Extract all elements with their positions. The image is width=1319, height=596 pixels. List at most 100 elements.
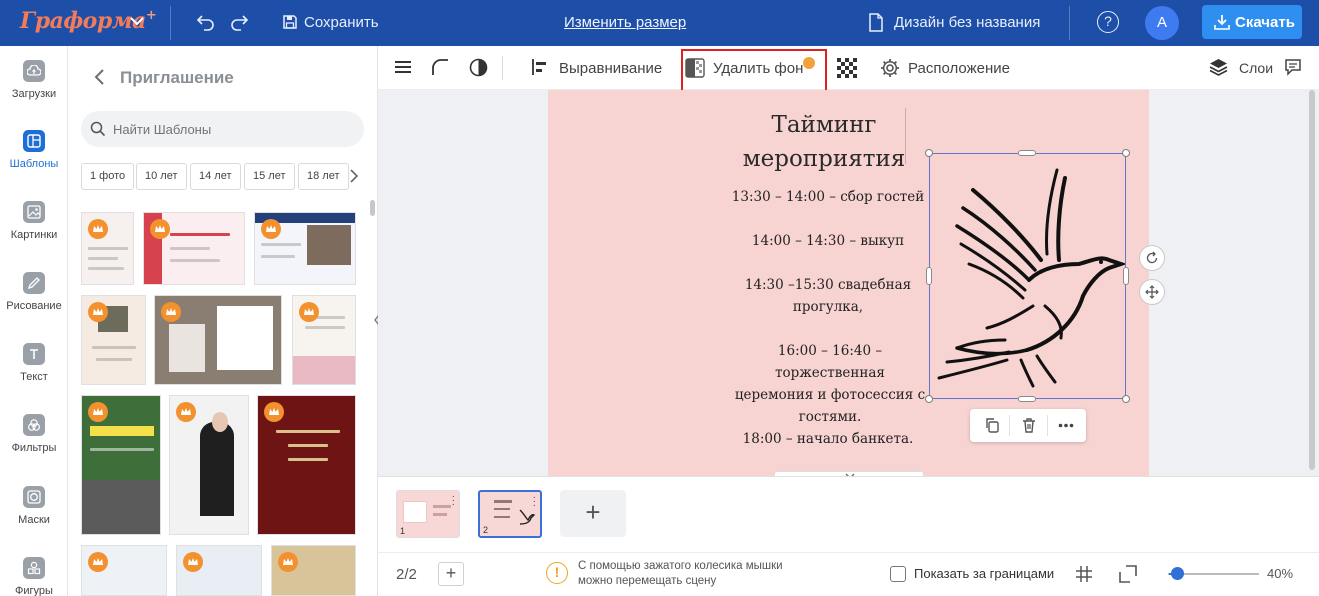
template-thumb[interactable] bbox=[169, 395, 249, 535]
divider-line bbox=[905, 108, 906, 164]
redo-icon[interactable] bbox=[229, 12, 249, 32]
rail-item-drawing[interactable]: Рисование bbox=[0, 272, 68, 312]
avatar[interactable]: A bbox=[1145, 6, 1179, 40]
template-thumb[interactable] bbox=[81, 545, 167, 596]
template-thumb[interactable] bbox=[292, 295, 356, 385]
rotate-button[interactable] bbox=[1139, 245, 1165, 271]
download-button[interactable]: Скачать bbox=[1202, 5, 1302, 39]
rail-item-shapes[interactable]: Фигуры bbox=[0, 557, 68, 596]
selection-box[interactable] bbox=[929, 153, 1126, 399]
left-rail: Загрузки Шаблоны Картинки Рисование Текс… bbox=[0, 46, 68, 596]
add-page-small-button[interactable]: + bbox=[438, 562, 464, 586]
template-thumb[interactable] bbox=[257, 395, 356, 535]
page-thumb-1[interactable]: · · · 1 bbox=[396, 490, 460, 538]
rail-item-uploads[interactable]: Загрузки bbox=[0, 60, 68, 100]
help-icon[interactable]: ? bbox=[1097, 11, 1119, 33]
more-options-icon[interactable]: · · · bbox=[533, 493, 536, 511]
resize-handle[interactable] bbox=[1018, 150, 1036, 156]
chip-18-years[interactable]: 18 лет bbox=[298, 163, 349, 190]
rail-label: Картинки bbox=[10, 229, 58, 241]
canvas-scrollbar[interactable] bbox=[1309, 90, 1315, 470]
back-arrow-icon[interactable] bbox=[92, 68, 106, 86]
search-input[interactable] bbox=[113, 119, 353, 139]
align-button[interactable]: Выравнивание bbox=[559, 60, 662, 77]
opacity-icon[interactable] bbox=[469, 58, 488, 77]
zoom-slider-knob[interactable] bbox=[1171, 567, 1185, 580]
chevron-down-icon[interactable] bbox=[128, 12, 146, 30]
gear-icon[interactable] bbox=[880, 58, 900, 78]
comment-icon[interactable] bbox=[1284, 58, 1302, 76]
page-title[interactable]: Тайминг мероприятия bbox=[726, 108, 922, 176]
resize-handle[interactable] bbox=[925, 395, 933, 403]
warning-icon: ! bbox=[546, 562, 568, 584]
zoom-level: 40% bbox=[1267, 566, 1294, 581]
divider bbox=[502, 56, 503, 80]
show-outside-checkbox[interactable] bbox=[890, 566, 906, 582]
corner-radius-icon[interactable] bbox=[431, 58, 449, 76]
schedule-item[interactable]: 14:30 –15:30 свадебная прогулка, bbox=[738, 274, 918, 318]
template-thumb[interactable] bbox=[254, 212, 356, 285]
copy-icon[interactable] bbox=[984, 417, 1000, 433]
move-button[interactable] bbox=[1139, 279, 1165, 305]
layers-icon[interactable] bbox=[1209, 58, 1228, 76]
resize-handle[interactable] bbox=[925, 149, 933, 157]
resize-link[interactable]: Изменить размер bbox=[564, 14, 686, 31]
crown-icon bbox=[88, 552, 108, 572]
template-thumb[interactable] bbox=[81, 395, 161, 535]
align-icon[interactable] bbox=[531, 58, 549, 76]
template-thumb[interactable] bbox=[81, 295, 146, 385]
template-thumb[interactable] bbox=[176, 545, 262, 596]
crown-icon bbox=[299, 302, 319, 322]
status-bar: 2/2 + ! С помощью зажатого колесика мышк… bbox=[378, 552, 1319, 596]
grid-icon[interactable] bbox=[1075, 565, 1093, 583]
position-button[interactable]: Расположение bbox=[908, 60, 1010, 77]
cloud-upload-icon bbox=[23, 60, 45, 82]
rail-item-masks[interactable]: Маски bbox=[0, 486, 68, 526]
transparency-icon[interactable] bbox=[837, 58, 859, 80]
schedule-item[interactable]: 18:00 – начало банкета. bbox=[728, 428, 928, 450]
resize-handle[interactable] bbox=[1123, 267, 1129, 285]
more-options-icon[interactable]: · · · bbox=[452, 492, 455, 510]
resize-handle[interactable] bbox=[926, 267, 932, 285]
more-options-icon[interactable] bbox=[1058, 423, 1074, 428]
trash-icon[interactable] bbox=[1021, 417, 1037, 433]
canvas-area[interactable]: Тайминг мероприятия 13:30 – 14:00 – сбор… bbox=[378, 90, 1319, 476]
show-outside-label[interactable]: Показать за границами bbox=[914, 566, 1054, 581]
schedule-item[interactable]: 13:30 – 14:00 – сбор гостей bbox=[728, 186, 928, 208]
rail-item-images[interactable]: Картинки bbox=[0, 201, 68, 241]
schedule-item[interactable]: 14:00 – 14:30 – выкуп bbox=[728, 230, 928, 252]
layers-button[interactable]: Слои bbox=[1239, 60, 1273, 76]
page-thumb-2[interactable]: · · · 2 bbox=[478, 490, 542, 538]
crown-icon bbox=[278, 552, 298, 572]
fit-screen-icon[interactable] bbox=[1119, 565, 1137, 583]
menu-icon[interactable] bbox=[394, 58, 412, 76]
rail-item-text[interactable]: Текст bbox=[0, 343, 68, 383]
schedule-item[interactable]: 16:00 – 16:40 – торжественная церемония … bbox=[734, 340, 926, 428]
design-page[interactable]: Тайминг мероприятия 13:30 – 14:00 – сбор… bbox=[548, 90, 1165, 476]
image-icon bbox=[23, 201, 45, 223]
divider bbox=[1009, 415, 1010, 436]
add-page-button[interactable]: + bbox=[560, 490, 626, 537]
template-thumb[interactable] bbox=[154, 295, 282, 385]
save-button[interactable]: Сохранить bbox=[304, 14, 379, 31]
resize-handle[interactable] bbox=[1122, 149, 1130, 157]
pencil-icon bbox=[23, 272, 45, 294]
floppy-disk-icon[interactable] bbox=[282, 14, 298, 30]
panel-scrollbar[interactable] bbox=[370, 200, 375, 216]
rail-item-templates[interactable]: Шаблоны bbox=[0, 130, 68, 170]
resize-handle[interactable] bbox=[1018, 396, 1036, 402]
undo-icon[interactable] bbox=[196, 12, 216, 32]
rail-item-filters[interactable]: Фильтры bbox=[0, 414, 68, 454]
template-thumb[interactable] bbox=[81, 212, 134, 285]
chevron-right-icon[interactable] bbox=[349, 168, 359, 184]
template-thumb[interactable] bbox=[143, 212, 245, 285]
chip-15-years[interactable]: 15 лет bbox=[244, 163, 295, 190]
resize-handle[interactable] bbox=[1122, 395, 1130, 403]
chip-1-photo[interactable]: 1 фото bbox=[81, 163, 135, 190]
template-thumb[interactable] bbox=[271, 545, 356, 596]
shapes-icon bbox=[23, 557, 45, 579]
design-title[interactable]: Дизайн без названия bbox=[894, 14, 1040, 31]
chip-10-years[interactable]: 10 лет bbox=[136, 163, 187, 190]
rail-label: Маски bbox=[18, 514, 50, 526]
chip-14-years[interactable]: 14 лет bbox=[190, 163, 241, 190]
